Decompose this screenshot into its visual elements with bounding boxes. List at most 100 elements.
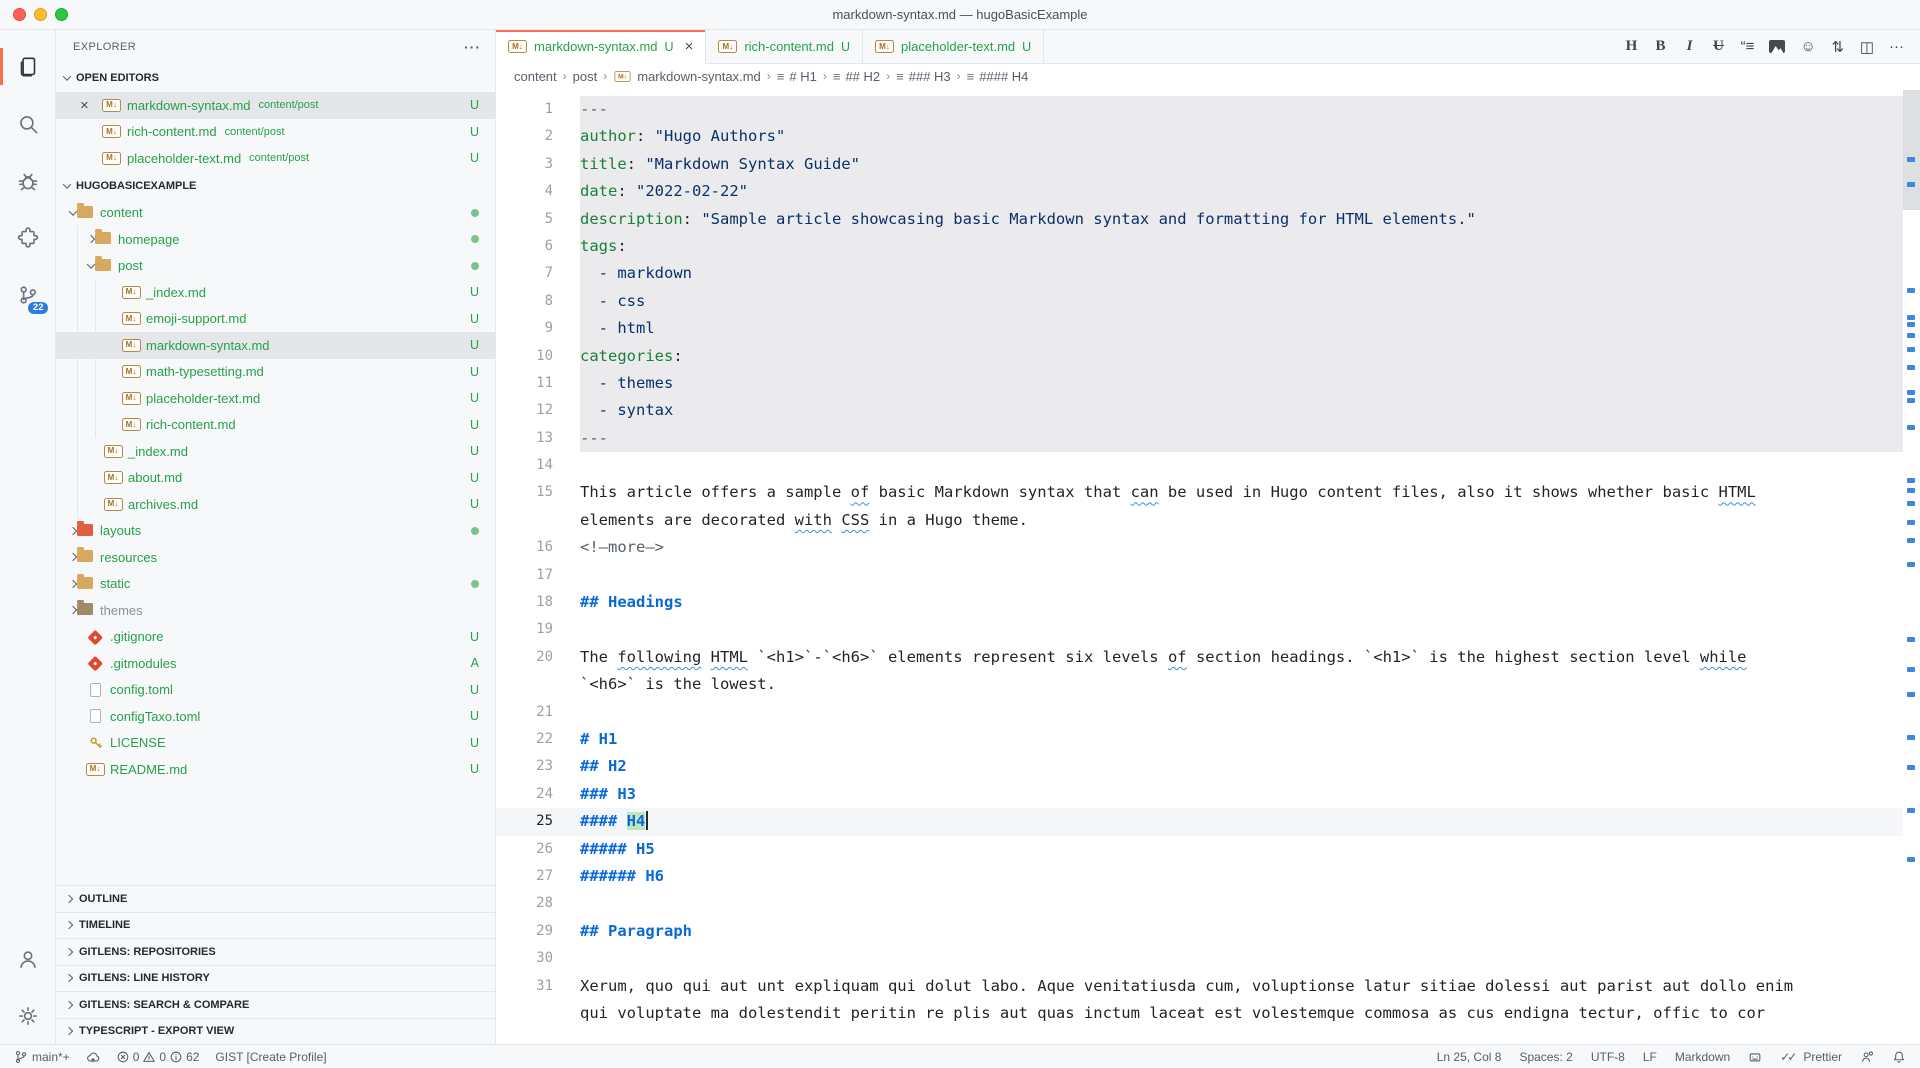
breadcrumb-item[interactable]: ≡### H3 [896,69,951,84]
account-icon[interactable] [0,930,55,987]
views-more-actions-icon[interactable]: ··· [464,39,481,55]
cursor-position-status[interactable]: Ln 25, Col 8 [1437,1050,1502,1064]
breadcrumb-item[interactable]: ≡## H2 [833,69,880,84]
code-line[interactable]: 30 [496,945,1903,972]
code-line[interactable]: 9 - html [496,315,1903,342]
tree-item--gitignore[interactable]: .gitignoreU [56,624,495,651]
tree-item-post[interactable]: post [56,253,495,280]
code-line[interactable]: 24### H3 [496,781,1903,808]
search-icon[interactable] [0,95,55,152]
code-line[interactable]: 1--- [496,96,1903,123]
code-line[interactable]: 15This article offers a sample of basic … [496,479,1903,506]
robot-icon[interactable] [1748,1050,1762,1064]
open-editor-item[interactable]: M↓placeholder-text.mdcontent/postU [56,145,495,172]
code-line[interactable]: 20The following HTML `<h1>`-`<h6>` eleme… [496,644,1903,671]
code-line[interactable]: 12 - syntax [496,397,1903,424]
panel-gitlens-repositories[interactable]: GITLENS: REPOSITORIES [56,938,495,965]
tree-item-configTaxo-toml[interactable]: configTaxo.tomlU [56,703,495,730]
code-line[interactable]: 22# H1 [496,726,1903,753]
tree-item-config-toml[interactable]: config.tomlU [56,677,495,704]
tree-item-README-md[interactable]: M↓README.mdU [56,756,495,783]
code-line[interactable]: 17 [496,562,1903,589]
tree-item-archives-md[interactable]: M↓archives.mdU [56,491,495,518]
encoding-status[interactable]: UTF-8 [1591,1050,1625,1064]
code-line[interactable]: 25#### H4 [496,808,1903,835]
code-line[interactable]: 5description: "Sample article showcasing… [496,206,1903,233]
eol-status[interactable]: LF [1643,1050,1657,1064]
gist-profile-status[interactable]: GIST [Create Profile] [215,1050,326,1064]
tree-item-about-md[interactable]: M↓about.mdU [56,465,495,492]
panel-gitlens-search-compare[interactable]: GITLENS: SEARCH & COMPARE [56,991,495,1018]
breadcrumb-item[interactable]: post [573,69,598,84]
minimize-window-button[interactable] [34,8,47,21]
tree-item-emoji-support-md[interactable]: M↓emoji-support.mdU [56,306,495,333]
blockquote-icon[interactable]: “≡ [1740,38,1754,55]
code-line[interactable]: 8 - css [496,288,1903,315]
code-line[interactable]: 31Xerum, quo qui aut unt expliquam qui d… [496,973,1903,1000]
bell-icon[interactable] [1892,1050,1906,1064]
tab-markdown-syntax.md[interactable]: M↓markdown-syntax.mdU× [496,30,706,63]
panel-outline[interactable]: OUTLINE [56,885,495,912]
tab-placeholder-text.md[interactable]: M↓placeholder-text.mdU [863,30,1044,63]
tree-item-math-typesetting-md[interactable]: M↓math-typesetting.mdU [56,359,495,386]
code-line[interactable]: elements are decorated with CSS in a Hug… [496,507,1903,534]
emoji-icon[interactable]: ☺ [1800,38,1815,55]
maximize-window-button[interactable] [55,8,68,21]
code-line[interactable]: 18## Headings [496,589,1903,616]
tree-item-resources[interactable]: resources [56,544,495,571]
code-line[interactable]: 3title: "Markdown Syntax Guide" [496,151,1903,178]
tree-item-placeholder-text-md[interactable]: M↓placeholder-text.mdU [56,385,495,412]
tree-item-homepage[interactable]: homepage [56,226,495,253]
settings-gear-icon[interactable] [0,987,55,1044]
tab-rich-content.md[interactable]: M↓rich-content.mdU [706,30,863,63]
tree-item-content[interactable]: content [56,200,495,227]
code-line[interactable]: 29## Paragraph [496,918,1903,945]
code-line[interactable]: 13--- [496,425,1903,452]
open-preview-icon[interactable]: ◫ [1860,38,1874,56]
explorer-icon[interactable] [0,38,55,95]
prettier-status[interactable]: ✓✓Prettier [1780,1050,1842,1064]
code-line[interactable]: 11 - themes [496,370,1903,397]
debug-icon[interactable] [0,152,55,209]
tree-item-markdown-syntax-md[interactable]: M↓markdown-syntax.mdU [56,332,495,359]
code-line[interactable]: 10categories: [496,343,1903,370]
code-line[interactable]: 27###### H6 [496,863,1903,890]
tree-item-themes[interactable]: themes [56,597,495,624]
indentation-status[interactable]: Spaces: 2 [1519,1050,1572,1064]
open-editor-item[interactable]: M↓rich-content.mdcontent/postU [56,119,495,146]
tree-item-static[interactable]: static [56,571,495,598]
strikethrough-icon[interactable]: U [1711,38,1725,55]
code-line[interactable]: qui voluptate ma dolestendit peritin re … [496,1000,1903,1027]
code-line[interactable]: 7 - markdown [496,260,1903,287]
breadcrumb-item[interactable]: M↓markdown-syntax.md [613,69,761,84]
breadcrumb-item[interactable]: ≡#### H4 [967,69,1029,84]
panel-gitlens-line-history[interactable]: GITLENS: LINE HISTORY [56,965,495,992]
italic-icon[interactable]: I [1682,38,1696,55]
open-editors-header[interactable]: OPEN EDITORS [56,64,495,92]
bold-icon[interactable]: B [1653,38,1667,55]
code-line[interactable]: `<h6>` is the lowest. [496,671,1903,698]
close-tab-icon[interactable]: × [685,39,694,54]
publish-cloud-icon[interactable] [86,1050,100,1064]
tree-item--index-md[interactable]: M↓_index.mdU [56,279,495,306]
code-line[interactable]: 19 [496,616,1903,643]
open-editor-item[interactable]: ×M↓markdown-syntax.mdcontent/postU [56,92,495,119]
close-editor-icon[interactable]: × [80,98,89,113]
problems-status[interactable]: 0062 [116,1050,200,1064]
code-line[interactable]: 16<!—more—> [496,534,1903,561]
scrollbar-slider[interactable] [1903,90,1920,210]
code-line[interactable]: 4date: "2022-02-22" [496,178,1903,205]
breadcrumb-item[interactable]: ≡# H1 [777,69,817,84]
person-icon[interactable] [1860,1050,1874,1064]
overview-ruler[interactable] [1903,88,1920,1044]
tree-item--index-md[interactable]: M↓_index.mdU [56,438,495,465]
panel-typescript-export-view[interactable]: TYPESCRIPT - EXPORT VIEW [56,1018,495,1045]
code-line[interactable]: 6tags: [496,233,1903,260]
code-line[interactable]: 21 [496,699,1903,726]
editor[interactable]: 1---2author: "Hugo Authors"3title: "Mark… [496,88,1920,1044]
close-window-button[interactable] [13,8,26,21]
code-line[interactable]: 23## H2 [496,753,1903,780]
heading-icon[interactable]: H [1624,38,1638,55]
code-line[interactable]: 28 [496,890,1903,917]
extensions-icon[interactable] [0,209,55,266]
